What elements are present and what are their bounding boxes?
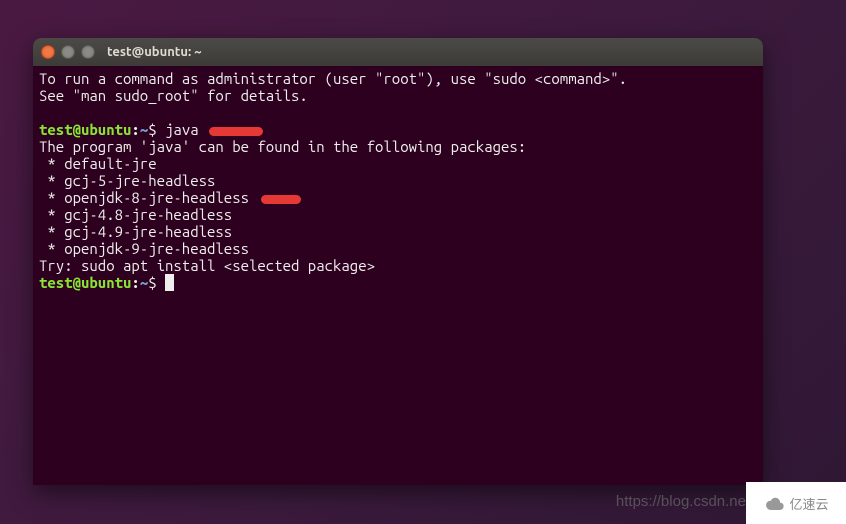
cloud-icon bbox=[763, 496, 785, 510]
annotation-mark-1 bbox=[209, 127, 263, 136]
annotation-mark-2 bbox=[261, 195, 301, 204]
watermark-logo: 亿速云 bbox=[746, 482, 846, 524]
prompt-path: ~ bbox=[140, 274, 148, 291]
package-item: * openjdk-8-jre-headless bbox=[39, 189, 249, 206]
terminal-body[interactable]: To run a command as administrator (user … bbox=[33, 66, 763, 485]
package-item: * gcj-4.8-jre-headless bbox=[39, 206, 232, 223]
intro-line-1: To run a command as administrator (user … bbox=[39, 70, 627, 87]
prompt-user-host: test@ubuntu bbox=[39, 121, 131, 138]
prompt-dollar: $ bbox=[148, 274, 165, 291]
output-header: The program 'java' can be found in the f… bbox=[39, 138, 526, 155]
cursor bbox=[165, 274, 174, 291]
titlebar[interactable]: test@ubuntu: ~ bbox=[33, 38, 763, 66]
prompt-user-host: test@ubuntu bbox=[39, 274, 131, 291]
watermark-logo-text: 亿速云 bbox=[789, 494, 828, 513]
package-item: * default-jre bbox=[39, 155, 157, 172]
prompt-colon: : bbox=[131, 274, 139, 291]
maximize-button[interactable] bbox=[81, 45, 95, 59]
terminal-window: test@ubuntu: ~ To run a command as admin… bbox=[33, 38, 763, 485]
package-item: * gcj-4.9-jre-headless bbox=[39, 223, 232, 240]
try-line: Try: sudo apt install <selected package> bbox=[39, 257, 375, 274]
watermark-url: https://blog.csdn.ne bbox=[616, 493, 746, 510]
prompt-dollar: $ bbox=[148, 121, 165, 138]
package-item: * gcj-5-jre-headless bbox=[39, 172, 215, 189]
minimize-button[interactable] bbox=[61, 45, 75, 59]
prompt-colon: : bbox=[131, 121, 139, 138]
package-item: * openjdk-9-jre-headless bbox=[39, 240, 249, 257]
prompt-path: ~ bbox=[140, 121, 148, 138]
intro-line-2: See "man sudo_root" for details. bbox=[39, 87, 308, 104]
close-button[interactable] bbox=[41, 45, 55, 59]
command-text: java bbox=[165, 121, 199, 138]
window-title: test@ubuntu: ~ bbox=[107, 45, 202, 59]
